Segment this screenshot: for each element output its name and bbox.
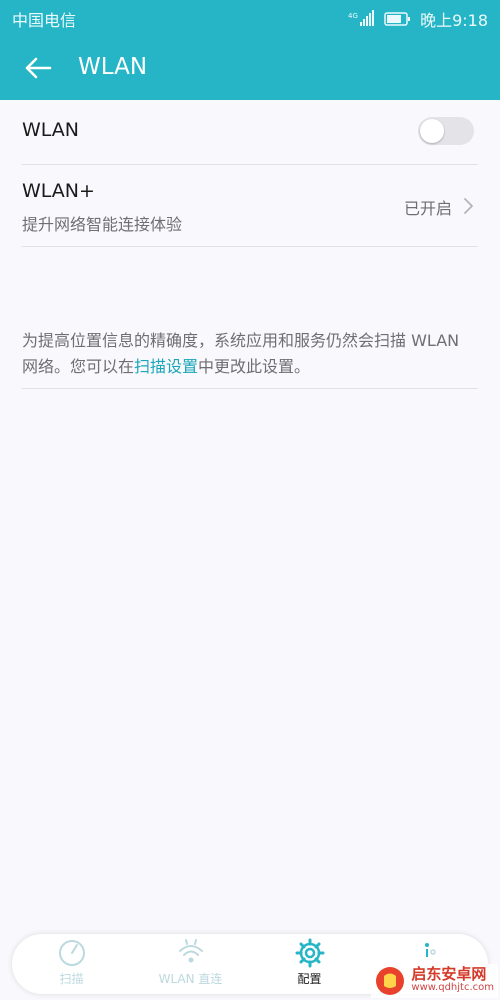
- watermark-url: www.qdhjtc.com: [411, 982, 494, 993]
- clock: 晚上9:18: [420, 11, 488, 30]
- info-text-after: 中更改此设置。: [198, 357, 311, 376]
- watermark-logo-icon: [376, 967, 405, 995]
- status-bar: 中国电信 4G 晚上9:18: [0, 0, 500, 34]
- wlan-switch[interactable]: [418, 117, 474, 145]
- wlan-plus-subtitle: 提升网络智能连接体验: [22, 215, 183, 234]
- nav-label-config: 配置: [297, 972, 322, 986]
- nav-item-scan[interactable]: 扫描: [12, 934, 131, 994]
- back-button[interactable]: [14, 46, 62, 90]
- battery-icon: [384, 12, 411, 26]
- gear-icon: [295, 938, 324, 968]
- chevron-right-icon: [464, 198, 473, 214]
- scan-settings-link[interactable]: 扫描设置: [134, 357, 198, 376]
- arrow-left-icon: [25, 57, 52, 79]
- watermark: 启东安卓网 www.qdhjtc.com: [371, 964, 498, 998]
- wifi-direct-icon: [178, 939, 203, 963]
- wlan-toggle-row[interactable]: WLAN: [22, 100, 478, 165]
- nav-label-scan: 扫描: [59, 972, 84, 986]
- wlan-label: WLAN: [22, 119, 80, 141]
- wlan-plus-status: 已开启: [403, 199, 452, 218]
- watermark-title: 启东安卓网: [411, 965, 487, 983]
- page-title: WLAN: [78, 54, 148, 80]
- switch-knob: [420, 119, 444, 143]
- carrier-name: 中国电信: [12, 11, 77, 30]
- scan-info-text: 为提高位置信息的精确度，系统应用和服务仍然会扫描 WLAN 网络。您可以在扫描设…: [22, 328, 478, 389]
- scan-icon: [58, 940, 85, 966]
- nav-label-wlan-direct: WLAN 直连: [158, 972, 223, 986]
- nav-item-wlan-direct[interactable]: WLAN 直连: [131, 934, 250, 994]
- app-header: 中国电信 4G 晚上9:18 WLAN: [0, 0, 500, 100]
- toolbar: WLAN: [0, 40, 500, 96]
- nav-item-config[interactable]: 配置: [250, 934, 369, 994]
- status-icons: 4G 晚上9:18: [348, 7, 488, 31]
- wlan-plus-label: WLAN+: [22, 180, 95, 202]
- svg-text:4G: 4G: [348, 12, 358, 20]
- watermark-text: 启东安卓网 www.qdhjtc.com: [411, 967, 494, 995]
- wlan-plus-row[interactable]: WLAN+ 提升网络智能连接体验 已开启: [22, 165, 478, 247]
- signal-icon: 4G: [348, 10, 375, 26]
